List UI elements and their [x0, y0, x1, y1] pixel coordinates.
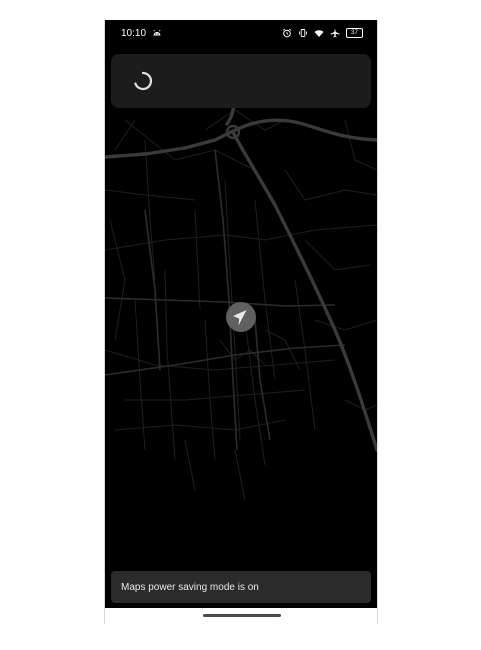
battery-indicator: 37 — [346, 28, 363, 38]
airplane-icon — [330, 28, 340, 38]
search-card-loading[interactable] — [111, 54, 371, 108]
home-gesture-handle[interactable] — [203, 614, 281, 617]
loading-spinner-icon — [134, 71, 153, 91]
status-time: 10:10 — [121, 27, 147, 39]
status-bar: 10:10 37 — [105, 20, 377, 46]
current-location-marker-icon[interactable] — [226, 302, 256, 332]
alarm-icon — [282, 28, 292, 38]
vibrate-icon — [299, 29, 307, 37]
android-icon — [153, 29, 161, 36]
snackbar: Maps power saving mode is on — [111, 571, 371, 603]
navigation-bar — [105, 608, 377, 624]
wifi-icon — [314, 30, 324, 37]
snackbar-message: Maps power saving mode is on — [121, 581, 259, 593]
phone-screen: 10:10 37 Maps power saving mode is on — [104, 20, 378, 624]
